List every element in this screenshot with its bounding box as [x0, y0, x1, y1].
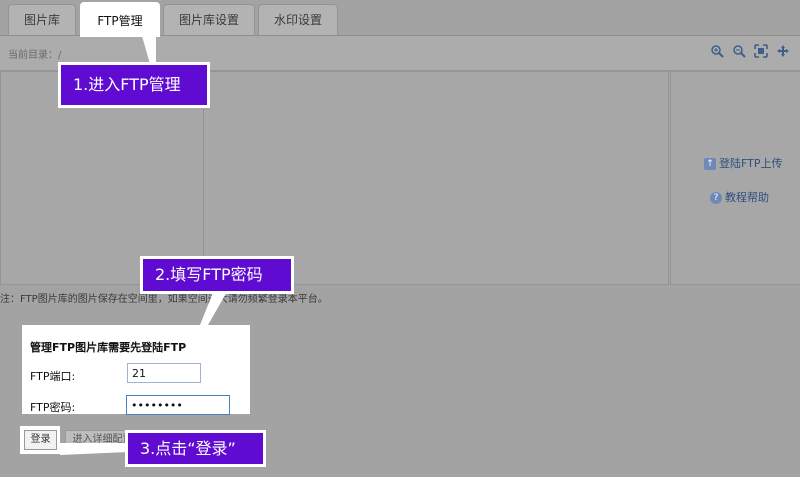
tab-label: 图片库设置 — [178, 13, 239, 27]
port-input[interactable] — [127, 363, 201, 383]
upload-icon: ↑ — [704, 158, 716, 170]
password-label: FTP密码: — [30, 401, 76, 414]
zoom-in-icon[interactable] — [710, 44, 724, 58]
file-list-panel — [203, 71, 669, 285]
port-label: FTP端口: — [30, 370, 76, 383]
tab-label: FTP管理 — [97, 14, 143, 28]
tab-label: 水印设置 — [273, 13, 322, 27]
tab-ftp-management[interactable]: FTP管理 — [80, 2, 160, 37]
current-directory-label: 当前目录：/ — [8, 50, 62, 61]
tab-library-settings[interactable]: 图片库设置 — [163, 4, 255, 35]
tab-watermark-settings[interactable]: 水印设置 — [258, 4, 338, 35]
password-input[interactable] — [126, 395, 230, 415]
move-icon[interactable] — [776, 44, 790, 58]
callout-step-1: 1.进入FTP管理 — [58, 62, 210, 108]
tab-label: 图片库 — [23, 13, 60, 27]
login-button[interactable]: 登录 — [24, 430, 57, 450]
ftp-login-form: 管理FTP图片库需要先登陆FTP FTP端口: FTP密码: — [22, 325, 250, 415]
callout-step-3: 3.点击“登录” — [125, 430, 266, 467]
callout-step-2: 2.填写FTP密码 — [140, 256, 294, 294]
login-ftp-upload-link[interactable]: ↑ 登陆FTP上传 — [704, 155, 783, 171]
help-icon: ? — [710, 192, 722, 204]
form-title: 管理FTP图片库需要先登陆FTP — [30, 341, 187, 354]
fit-icon[interactable] — [754, 44, 768, 58]
zoom-out-icon[interactable] — [732, 44, 746, 58]
tab-image-library[interactable]: 图片库 — [8, 4, 76, 35]
side-panel — [670, 71, 800, 285]
tutorial-help-link[interactable]: ? 教程帮助 — [710, 189, 769, 205]
